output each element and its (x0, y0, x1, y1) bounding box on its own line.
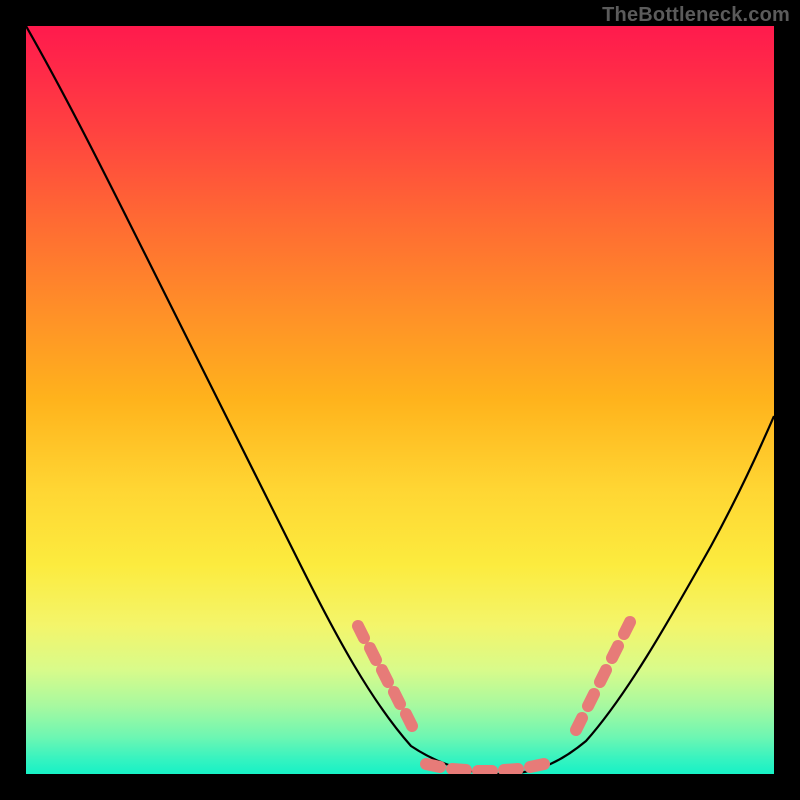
chart-frame: TheBottleneck.com (0, 0, 800, 800)
watermark-text: TheBottleneck.com (602, 4, 790, 27)
bottleneck-curve (26, 26, 774, 774)
bottleneck-curve-svg (26, 26, 774, 774)
marker-cluster-floor (426, 764, 544, 771)
marker-cluster-right (576, 622, 630, 730)
plot-area (26, 26, 774, 774)
marker-cluster-left (358, 626, 412, 726)
